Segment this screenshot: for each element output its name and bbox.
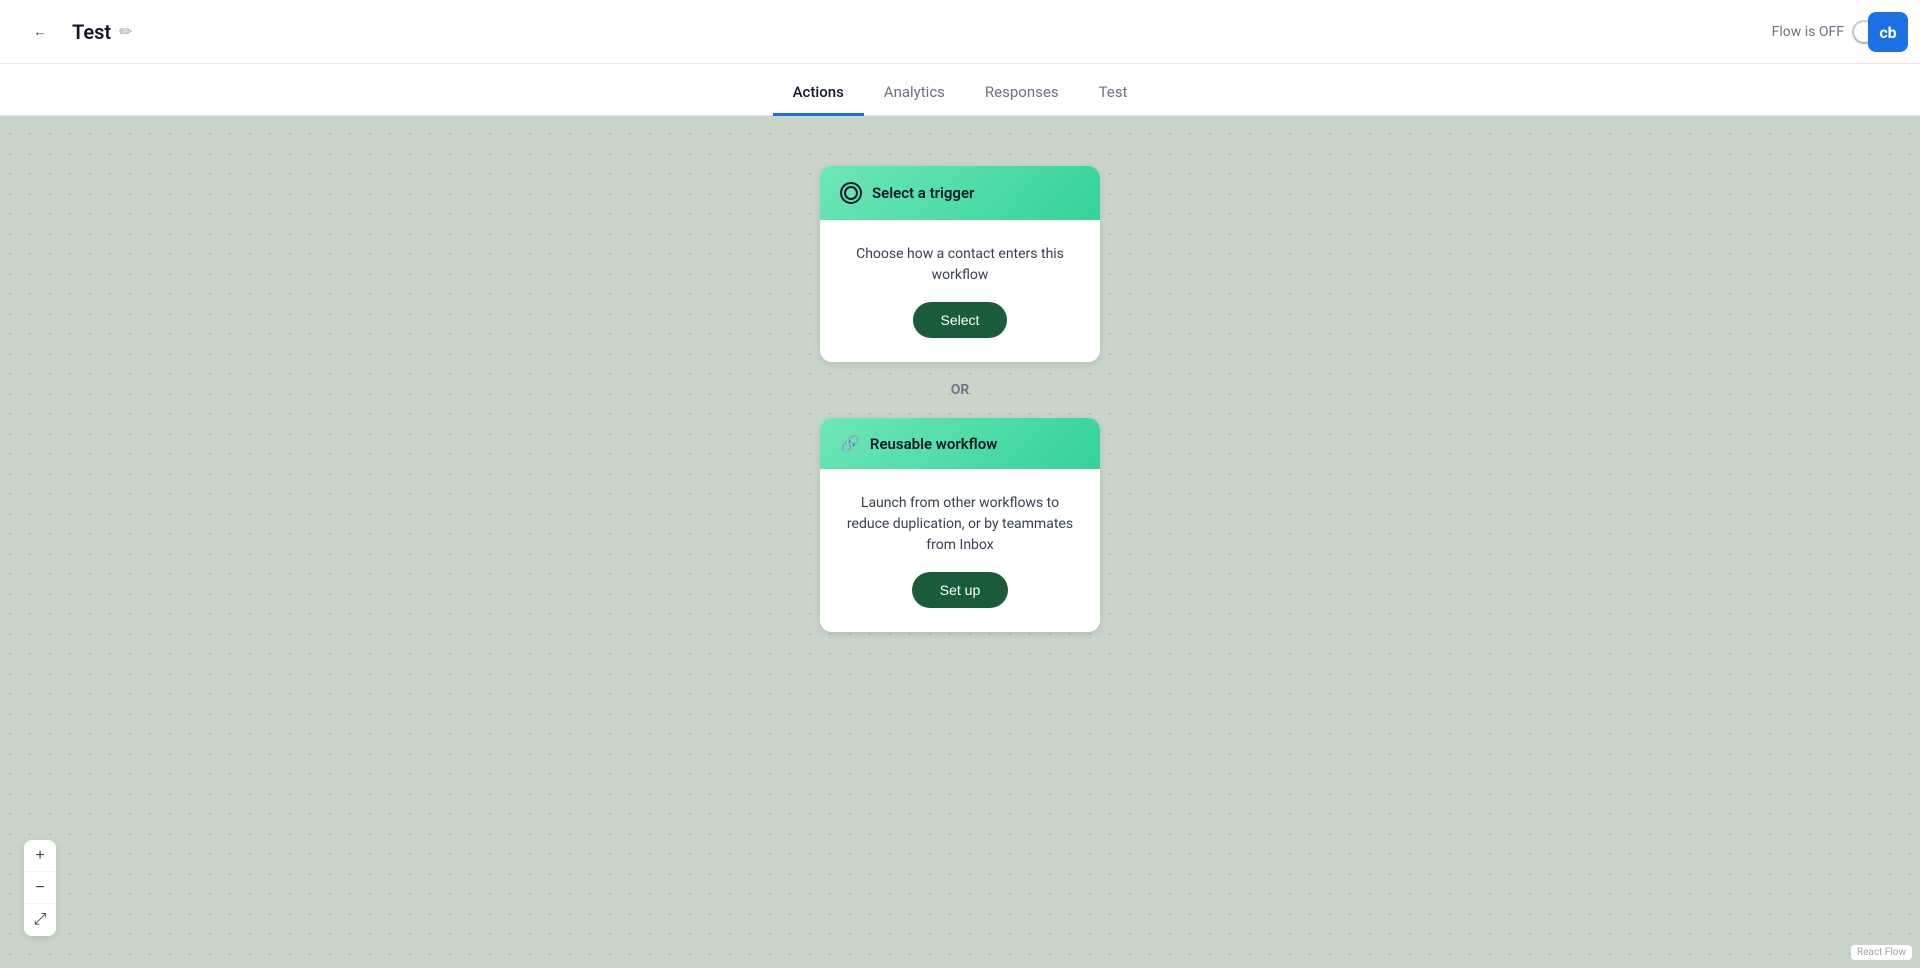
trigger-card-body: Choose how a contact enters this workflo… <box>820 220 1100 362</box>
header-title-area: Test ✏ <box>72 20 133 44</box>
main-content: Select a trigger Choose how a contact en… <box>0 116 1920 968</box>
trigger-card-description: Choose how a contact enters this workflo… <box>840 244 1080 286</box>
tab-responses[interactable]: Responses <box>965 71 1079 116</box>
page-title: Test <box>72 20 111 44</box>
select-trigger-button[interactable]: Select <box>913 302 1008 338</box>
avatar[interactable]: cb <box>1868 12 1908 52</box>
edit-icon[interactable]: ✏ <box>119 22 132 41</box>
header-left: ← Test ✏ <box>24 16 133 48</box>
link-icon: 🔗 <box>840 434 860 453</box>
tab-actions[interactable]: Actions <box>773 71 864 116</box>
trigger-card-header: Select a trigger <box>820 166 1100 220</box>
react-flow-label: React Flow <box>1851 945 1912 960</box>
reusable-card: 🔗 Reusable workflow Launch from other wo… <box>820 418 1100 632</box>
tab-test[interactable]: Test <box>1079 71 1148 116</box>
zoom-fit-button[interactable]: ⤢ <box>24 904 56 936</box>
zoom-out-button[interactable]: − <box>24 872 56 904</box>
back-button[interactable]: ← <box>24 16 56 48</box>
flow-status-label: Flow is OFF <box>1772 24 1844 40</box>
zoom-controls: + − ⤢ <box>24 840 56 936</box>
reusable-card-description: Launch from other workflows to reduce du… <box>840 493 1080 556</box>
header: ← Test ✏ Flow is OFF <box>0 0 1920 64</box>
trigger-icon <box>840 182 862 204</box>
nav-tabs: Actions Analytics Responses Test <box>0 64 1920 116</box>
trigger-card: Select a trigger Choose how a contact en… <box>820 166 1100 362</box>
back-icon: ← <box>33 24 46 39</box>
reusable-card-header: 🔗 Reusable workflow <box>820 418 1100 469</box>
tab-analytics[interactable]: Analytics <box>864 71 965 116</box>
or-divider: OR <box>951 382 970 398</box>
reusable-card-title: Reusable workflow <box>870 435 997 453</box>
reusable-card-body: Launch from other workflows to reduce du… <box>820 469 1100 632</box>
zoom-in-button[interactable]: + <box>24 840 56 872</box>
trigger-card-title: Select a trigger <box>872 184 974 202</box>
setup-reusable-button[interactable]: Set up <box>912 572 1008 608</box>
